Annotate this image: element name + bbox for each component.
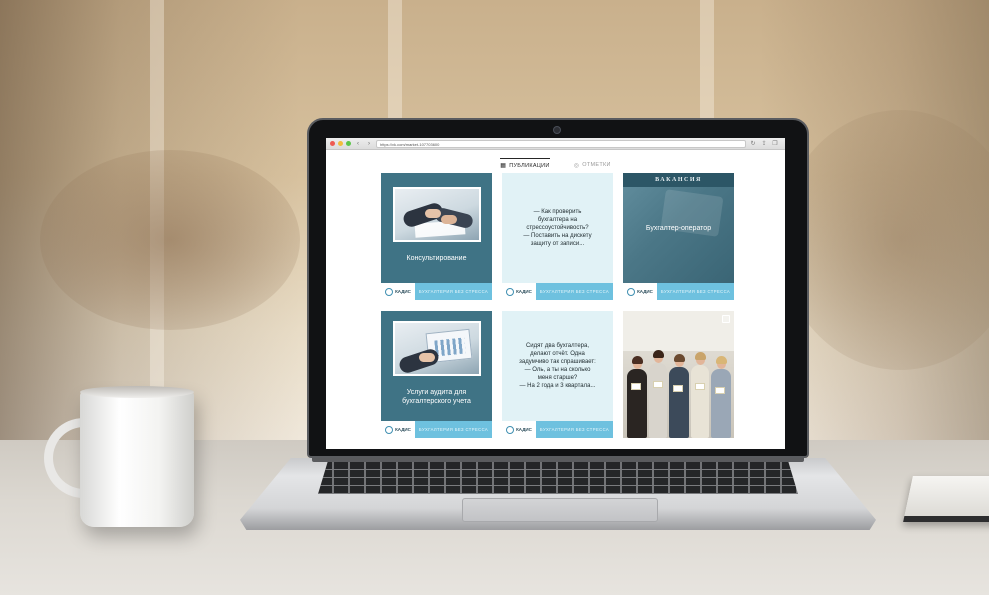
keyboard-rows	[318, 462, 798, 494]
minimize-window-button[interactable]	[338, 141, 343, 146]
post-cover: — Как проверить бухгалтера на стрессоуст…	[502, 173, 613, 283]
multi-photo-icon	[722, 315, 730, 323]
logo-icon	[506, 425, 515, 434]
slogan-bar: БУХГАЛТЕРИЯ БЕЗ СТРЕССА	[415, 283, 492, 300]
grid-icon: ▦	[500, 163, 507, 169]
post-cover: Сидят два бухгалтера, делают отчёт. Одна…	[502, 311, 613, 421]
post-title: Бухгалтер-оператор	[645, 224, 712, 232]
vacancy-header: ВАКАНСИЯ	[655, 177, 702, 183]
handshake-photo	[394, 189, 479, 240]
group-photo	[623, 311, 734, 438]
post-cover: Консультирование	[381, 173, 492, 283]
post-vacancy[interactable]: ВАКАНСИЯ Бухгалтер-оператор КАДИС БУХГАЛ…	[623, 173, 734, 300]
trackpad	[462, 498, 658, 522]
forward-button[interactable]: ›	[365, 140, 373, 148]
tab-publications[interactable]: ▦ ПУБЛИКАЦИИ	[500, 158, 550, 172]
logo-text: КАДИС	[395, 427, 411, 432]
coffee-mug	[80, 390, 194, 527]
logo-text: КАДИС	[637, 289, 653, 294]
logo-icon	[385, 425, 394, 434]
post-footer: КАДИС БУХГАЛТЕРИЯ БЕЗ СТРЕССА	[623, 283, 734, 300]
company-logo: КАДИС	[381, 283, 415, 300]
chart-shape	[433, 336, 466, 357]
notebook	[903, 476, 989, 522]
post-cover: Услуги аудита для бухгалтерского учета	[381, 311, 492, 421]
company-logo: КАДИС	[381, 421, 415, 438]
back-button[interactable]: ‹	[354, 140, 362, 148]
company-logo: КАДИС	[623, 283, 657, 300]
person-hair	[632, 356, 643, 364]
person-figure	[691, 365, 709, 438]
logo-icon	[385, 287, 394, 296]
post-joke-age[interactable]: Сидят два бухгалтера, делают отчёт. Одна…	[502, 311, 613, 438]
slogan-bar: БУХГАЛТЕРИЯ БЕЗ СТРЕССА	[415, 421, 492, 438]
company-logo: КАДИС	[502, 421, 536, 438]
vacancy-background	[623, 187, 734, 283]
post-title: Услуги аудита для бухгалтерского учета	[402, 388, 471, 405]
post-footer: КАДИС БУХГАЛТЕРИЯ БЕЗ СТРЕССА	[381, 283, 492, 300]
post-joke-stress[interactable]: — Как проверить бухгалтера на стрессоуст…	[502, 173, 613, 300]
certificate	[715, 387, 725, 394]
tab-label: ПУБЛИКАЦИИ	[509, 162, 550, 169]
person-hair	[716, 356, 727, 364]
logo-text: КАДИС	[395, 289, 411, 294]
post-audit[interactable]: Услуги аудита для бухгалтерского учета К…	[381, 311, 492, 438]
slogan-bar: БУХГАЛТЕРИЯ БЕЗ СТРЕССА	[536, 421, 613, 438]
post-grid: Консультирование КАДИС БУХГАЛТЕРИЯ БЕЗ С…	[381, 173, 734, 438]
close-window-button[interactable]	[330, 141, 335, 146]
post-footer: КАДИС БУХГАЛТЕРИЯ БЕЗ СТРЕССА	[381, 421, 492, 438]
slogan-bar: БУХГАЛТЕРИЯ БЕЗ СТРЕССА	[536, 283, 613, 300]
post-cover: ВАКАНСИЯ Бухгалтер-оператор	[623, 173, 734, 283]
person-figure	[711, 369, 731, 438]
mug-rim	[80, 386, 194, 398]
photo-wall	[623, 311, 734, 351]
post-image	[392, 320, 481, 376]
person-figure	[669, 367, 689, 438]
person-figure	[627, 369, 647, 438]
person-figure	[649, 363, 667, 438]
post-consulting[interactable]: Консультирование КАДИС БУХГАЛТЕРИЯ БЕЗ С…	[381, 173, 492, 300]
certificate	[653, 381, 663, 388]
hand-shape	[424, 209, 441, 218]
person-hair	[653, 350, 664, 358]
post-footer: КАДИС БУХГАЛТЕРИЯ БЕЗ СТРЕССА	[502, 283, 613, 300]
post-text: Сидят два бухгалтера, делают отчёт. Одна…	[519, 343, 596, 389]
post-group-photo[interactable]	[623, 311, 734, 438]
certificate	[631, 383, 641, 390]
address-bar[interactable]: https://vk.com/market-107703600	[376, 139, 746, 148]
browser-toolbar: ‹ › https://vk.com/market-107703600 ↻ ⇪ …	[326, 138, 785, 150]
webcam	[553, 126, 561, 134]
certificate	[695, 383, 705, 390]
post-image	[392, 187, 481, 242]
logo-icon	[506, 287, 515, 296]
share-icon[interactable]: ⇪	[760, 140, 768, 148]
hand-shape	[418, 352, 435, 362]
logo-text: КАДИС	[516, 427, 532, 432]
tab-tagged[interactable]: ◎ ОТМЕТКИ	[574, 159, 611, 172]
person-hair	[695, 352, 706, 360]
background-blur	[40, 150, 300, 330]
tablet-photo	[394, 322, 479, 374]
slogan-bar: БУХГАЛТЕРИЯ БЕЗ СТРЕССА	[657, 283, 734, 300]
tag-icon: ◎	[573, 162, 580, 169]
maximize-window-button[interactable]	[346, 141, 351, 146]
certificate	[673, 385, 683, 392]
logo-icon	[627, 287, 636, 296]
post-title: Консультирование	[406, 255, 467, 262]
post-text: — Как проверить бухгалтера на стрессоуст…	[523, 209, 592, 247]
hand-shape	[440, 215, 457, 224]
logo-text: КАДИС	[516, 289, 532, 294]
laptop-screen: ‹ › https://vk.com/market-107703600 ↻ ⇪ …	[326, 138, 785, 449]
person-hair	[674, 354, 685, 362]
tabs-icon[interactable]: ❐	[771, 140, 779, 148]
tab-label: ОТМЕТКИ	[582, 162, 611, 168]
reload-icon[interactable]: ↻	[749, 140, 757, 148]
post-footer: КАДИС БУХГАЛТЕРИЯ БЕЗ СТРЕССА	[502, 421, 613, 438]
company-logo: КАДИС	[502, 283, 536, 300]
